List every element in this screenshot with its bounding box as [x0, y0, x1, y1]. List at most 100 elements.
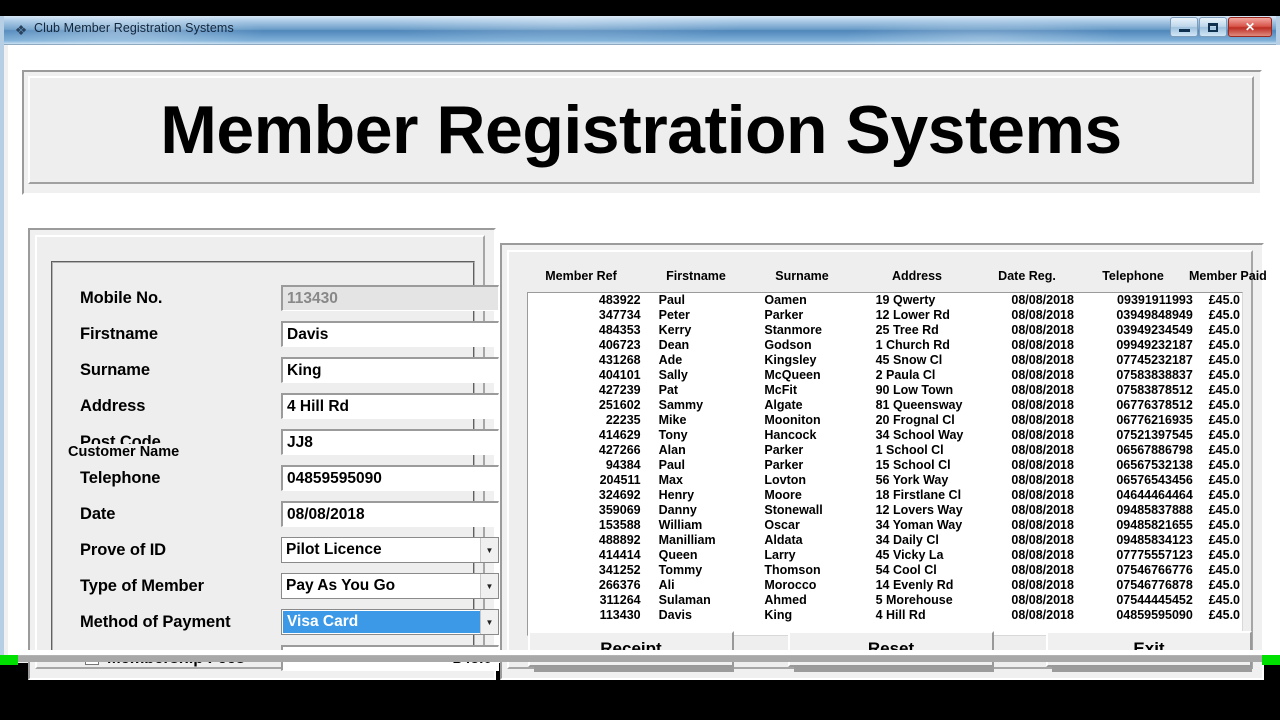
cell-firstname: Tony [658, 428, 688, 442]
cell-address: 54 Cool Cl [875, 563, 937, 577]
column-header-firstname[interactable]: Firstname [645, 269, 747, 291]
cell-telephone: 06576543456 [1116, 473, 1193, 487]
cell-member-paid: £45.0 [1208, 443, 1240, 457]
cell-surname: Ahmed [764, 593, 807, 607]
cell-member-ref: 347734 [598, 308, 641, 322]
cell-surname: Larry [764, 548, 796, 562]
table-row[interactable]: 94384 Paul Parker 15 School Cl 08/08/2018 065… [528, 458, 1242, 473]
cell-member-ref: 22235 [605, 413, 641, 427]
cell-member-ref: 414629 [598, 428, 641, 442]
cell-telephone: 09391911993 [1117, 293, 1193, 307]
cell-address: 34 School Way [875, 428, 964, 442]
table-row[interactable]: 427266 Alan Parker 1 School Cl 08/08/2018 065… [528, 443, 1242, 458]
cell-address: 15 School Cl [875, 458, 951, 472]
maximize-button[interactable] [1199, 17, 1227, 37]
table-row[interactable]: 204511 Max Lovton 56 York Way 08/08/2018 0657… [528, 473, 1242, 488]
table-row[interactable]: 488892 Manilliam Aldata 34 Daily Cl 08/08/20… [528, 533, 1242, 548]
table-row[interactable]: 22235 Mike Mooniton 20 Frognal Cl 08/08/2018… [528, 413, 1242, 428]
cell-member-paid: £45.0 [1208, 398, 1240, 412]
cell-surname: Mooniton [764, 413, 821, 427]
minimize-icon [1178, 29, 1190, 32]
cell-telephone: 07546766776 [1116, 563, 1193, 577]
records-grid[interactable]: 483922 Paul Oamen 19 Qwerty 08/08/2018 093919… [527, 292, 1243, 636]
table-row[interactable]: 266376 Ali Morocco 14 Evenly Rd 08/08/2018 07… [528, 578, 1242, 593]
cell-address: 4 Hill Rd [875, 608, 926, 622]
application-window: ❖ Club Member Registration Systems ✕ Mem… [0, 16, 1280, 680]
cell-surname: Lovton [764, 473, 807, 487]
type-of-member-dropdown[interactable]: Pay As You Go ▼ [281, 573, 499, 599]
groupbox-legend: Customer Name [65, 444, 183, 460]
cell-telephone: 04644464464 [1116, 488, 1193, 502]
cell-telephone: 07583878512 [1116, 383, 1193, 397]
table-row[interactable]: 431268 Ade Kingsley 45 Snow Cl 08/08/2018 077… [528, 353, 1242, 368]
cell-member-ref: 484353 [598, 323, 641, 337]
mobile-no-field[interactable]: 113430 [281, 285, 499, 311]
column-header-member-ref[interactable]: Member Ref [517, 269, 645, 291]
telephone-field[interactable]: 04859595090 [281, 465, 499, 491]
post-code-field[interactable]: JJ8 [281, 429, 499, 455]
cell-telephone: 07546776878 [1116, 578, 1193, 592]
cell-date-reg: 08/08/2018 [1011, 308, 1074, 322]
column-header-address[interactable]: Address [857, 269, 977, 291]
cell-address: 45 Vicky La [875, 548, 944, 562]
table-row[interactable]: 341252 Tommy Thomson 54 Cool Cl 08/08/2018 07… [528, 563, 1242, 578]
cell-address: 34 Yoman Way [875, 518, 963, 532]
table-row[interactable]: 251602 Sammy Algate 81 Queensway 08/08/2018 0… [528, 398, 1242, 413]
table-row[interactable]: 427239 Pat McFit 90 Low Town 08/08/2018 07583… [528, 383, 1242, 398]
cell-member-ref: 431268 [598, 353, 641, 367]
cell-address: 90 Low Town [875, 383, 954, 397]
table-row[interactable]: 347734 Peter Parker 12 Lower Rd 08/08/2018 03… [528, 308, 1242, 323]
column-header-member-paid[interactable]: Member Paid [1189, 269, 1267, 291]
table-row[interactable]: 483922 Paul Oamen 19 Qwerty 08/08/2018 093919… [528, 293, 1242, 308]
table-row[interactable]: 153588 William Oscar 34 Yoman Way 08/08/2018… [528, 518, 1242, 533]
table-row[interactable]: 324692 Henry Moore 18 Firstlane Cl 08/08/201… [528, 488, 1242, 503]
prove-of-id-dropdown[interactable]: Pilot Licence ▼ [281, 537, 499, 563]
cell-date-reg: 08/08/2018 [1011, 368, 1074, 382]
table-row[interactable]: 359069 Danny Stonewall 12 Lovers Way 08/08/2… [528, 503, 1242, 518]
cell-member-ref: 406723 [598, 338, 641, 352]
cell-date-reg: 08/08/2018 [1011, 548, 1074, 562]
surname-field[interactable]: King [281, 357, 499, 383]
chevron-down-icon[interactable]: ▼ [480, 574, 498, 598]
cell-address: 19 Qwerty [875, 293, 936, 307]
method-of-payment-dropdown[interactable]: Visa Card ▼ [281, 609, 499, 635]
address-field[interactable]: 4 Hill Rd [281, 393, 499, 419]
table-row[interactable]: 484353 Kerry Stanmore 25 Tree Rd 08/08/2018 0… [528, 323, 1242, 338]
table-row[interactable]: 414414 Queen Larry 45 Vicky La 08/08/2018 077… [528, 548, 1242, 563]
cell-telephone: 06776378512 [1116, 398, 1193, 412]
table-row[interactable]: 406723 Dean Godson 1 Church Rd 08/08/2018 099… [528, 338, 1242, 353]
cell-member-ref: 311264 [599, 593, 641, 607]
cell-member-ref: 488892 [598, 533, 641, 547]
cell-telephone: 06776216935 [1116, 413, 1193, 427]
table-row[interactable]: 404101 Sally McQueen 2 Paula Cl 08/08/2018 07… [528, 368, 1242, 383]
button-shadow [794, 667, 994, 672]
firstname-field[interactable]: Davis [281, 321, 499, 347]
close-button[interactable]: ✕ [1228, 17, 1272, 37]
label-type-of-member: Type of Member [80, 576, 204, 595]
column-header-surname[interactable]: Surname [747, 269, 857, 291]
cell-firstname: Alan [658, 443, 686, 457]
title-bar[interactable]: ❖ Club Member Registration Systems ✕ [4, 16, 1276, 45]
chevron-down-icon[interactable]: ▼ [480, 538, 498, 562]
cell-telephone: 07775557123 [1116, 548, 1193, 562]
button-shadow [534, 667, 734, 672]
column-header-telephone[interactable]: Telephone [1077, 269, 1189, 291]
cell-date-reg: 08/08/2018 [1011, 293, 1074, 307]
cell-date-reg: 08/08/2018 [1011, 563, 1074, 577]
chevron-down-icon[interactable]: ▼ [480, 610, 498, 634]
cell-member-ref: 153588 [598, 518, 641, 532]
date-field[interactable]: 08/08/2018 [281, 501, 499, 527]
banner-inner: Member Registration Systems [28, 76, 1254, 184]
screen: ❖ Club Member Registration Systems ✕ Mem… [0, 0, 1280, 720]
table-row[interactable]: 414629 Tony Hancock 34 School Way 08/08/2018… [528, 428, 1242, 443]
label-mobile-no: Mobile No. [80, 288, 163, 307]
cell-date-reg: 08/08/2018 [1011, 488, 1074, 502]
cell-address: 2 Paula Cl [875, 368, 936, 382]
minimize-button[interactable] [1170, 17, 1198, 37]
marker-left [0, 655, 18, 665]
table-row[interactable]: 311264 Sulaman Ahmed 5 Morehouse 08/08/2018 0… [528, 593, 1242, 608]
cell-surname: McFit [764, 383, 797, 397]
method-of-payment-value: Visa Card [283, 611, 480, 633]
column-header-date-reg[interactable]: Date Reg. [977, 269, 1077, 291]
table-row[interactable]: 113430 Davis King 4 Hill Rd 08/08/2018 048595… [528, 608, 1242, 623]
